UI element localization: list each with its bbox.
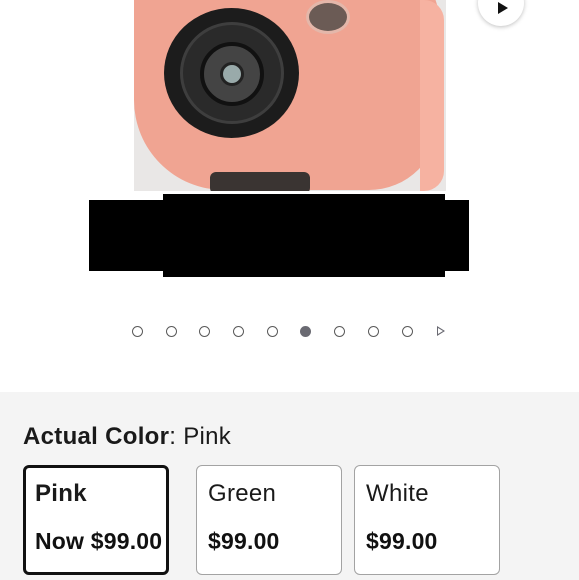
pagination-dot[interactable] xyxy=(368,326,379,337)
product-photo[interactable] xyxy=(134,0,446,191)
pagination-dot[interactable] xyxy=(402,326,413,337)
gallery-pagination xyxy=(132,325,452,339)
actual-color-label-separator: : xyxy=(169,423,177,450)
color-option-name: Pink xyxy=(35,480,87,507)
pagination-dot[interactable] xyxy=(267,326,278,337)
color-option-white[interactable]: White $99.00 xyxy=(354,465,500,575)
product-image-gallery[interactable] xyxy=(0,0,579,392)
color-selector-panel: Actual Color: Pink Pink Now $99.00 Green… xyxy=(0,392,579,580)
color-option-name: White xyxy=(366,480,429,507)
play-video-button[interactable] xyxy=(478,0,524,26)
actual-color-label-prefix: Actual Color xyxy=(23,423,170,450)
camera-side-edge xyxy=(420,0,444,191)
color-option-price: $99.00 xyxy=(208,528,280,554)
color-option-green[interactable]: Green $99.00 xyxy=(196,465,342,575)
pagination-dot[interactable] xyxy=(132,326,143,337)
triangle-right-icon[interactable] xyxy=(437,326,445,336)
actual-color-label: Actual Color: Pink xyxy=(23,423,231,451)
pagination-dot[interactable] xyxy=(233,326,244,337)
pagination-dot[interactable] xyxy=(199,326,210,337)
pagination-dot-active[interactable] xyxy=(300,326,311,337)
color-option-price: Now $99.00 xyxy=(35,528,163,554)
color-option-name: Green xyxy=(208,480,277,507)
pagination-dot[interactable] xyxy=(166,326,177,337)
pagination-dot[interactable] xyxy=(334,326,345,337)
color-option-pink[interactable]: Pink Now $99.00 xyxy=(23,465,169,575)
camera-flash xyxy=(306,0,350,34)
camera-strap xyxy=(210,172,310,191)
camera-lens-core xyxy=(220,62,244,86)
redacted-block xyxy=(163,194,445,277)
color-option-price: $99.00 xyxy=(366,528,438,554)
play-icon xyxy=(497,2,508,14)
actual-color-value: Pink xyxy=(183,423,232,450)
